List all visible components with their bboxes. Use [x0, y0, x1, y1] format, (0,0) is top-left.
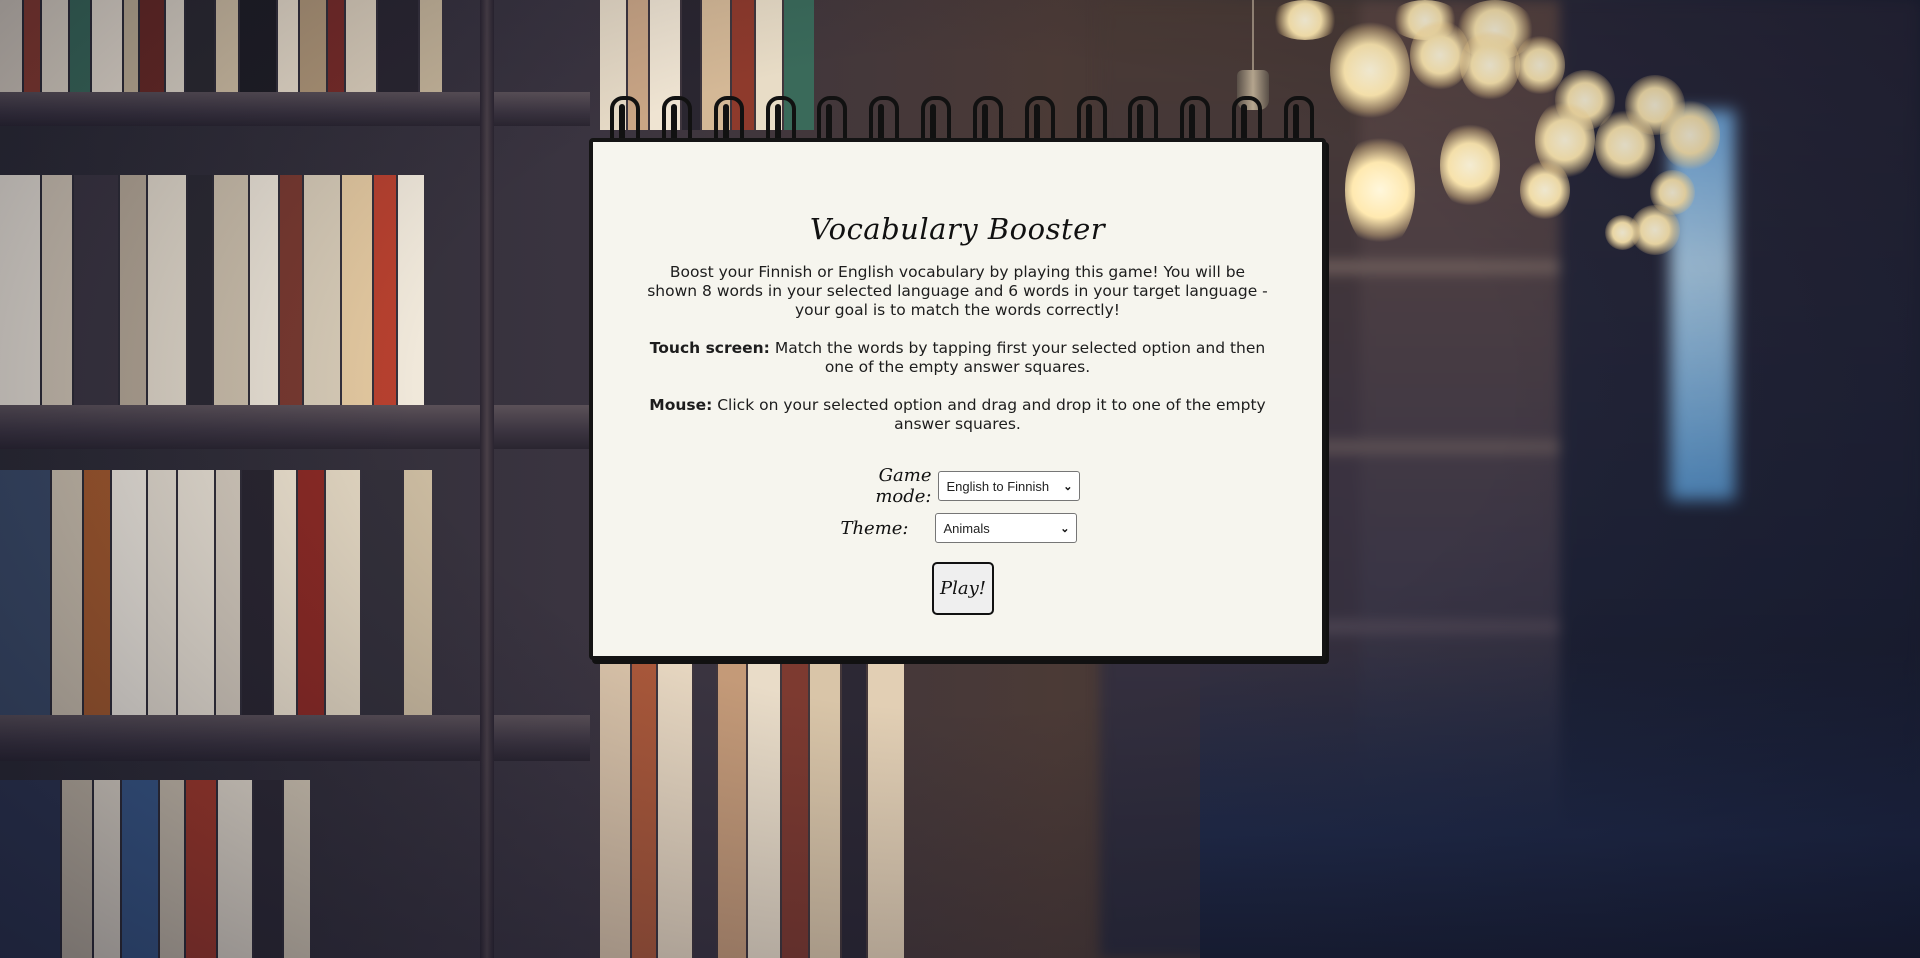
game-mode-row: Game mode: English to Finnish ⌄	[593, 465, 1322, 507]
chevron-down-icon: ⌄	[1063, 480, 1073, 493]
touch-label: Touch screen:	[649, 339, 770, 357]
game-mode-label: Game mode:	[875, 465, 932, 507]
mouse-label: Mouse:	[649, 396, 713, 414]
play-button[interactable]: Play!	[932, 562, 994, 615]
page-title: Vocabulary Booster	[809, 212, 1106, 246]
game-mode-select[interactable]: English to Finnish ⌄	[937, 471, 1080, 501]
theme-row: Theme: Animals ⌄	[593, 513, 1322, 543]
touch-instructions: Touch screen: Match the words by tapping…	[643, 339, 1272, 377]
theme-label: Theme:	[840, 517, 909, 539]
notebook-card: Vocabulary Booster Boost your Finnish or…	[589, 138, 1326, 660]
theme-value: Animals	[943, 520, 990, 536]
mouse-instructions: Mouse: Click on your selected option and…	[643, 396, 1272, 434]
game-mode-value: English to Finnish	[946, 478, 1050, 494]
theme-select[interactable]: Animals ⌄	[934, 513, 1077, 543]
intro-text: Boost your Finnish or English vocabulary…	[647, 263, 1268, 319]
mouse-text: Click on your selected option and drag a…	[712, 396, 1266, 433]
chevron-down-icon: ⌄	[1060, 522, 1070, 535]
touch-text: Match the words by tapping first your se…	[769, 339, 1266, 376]
